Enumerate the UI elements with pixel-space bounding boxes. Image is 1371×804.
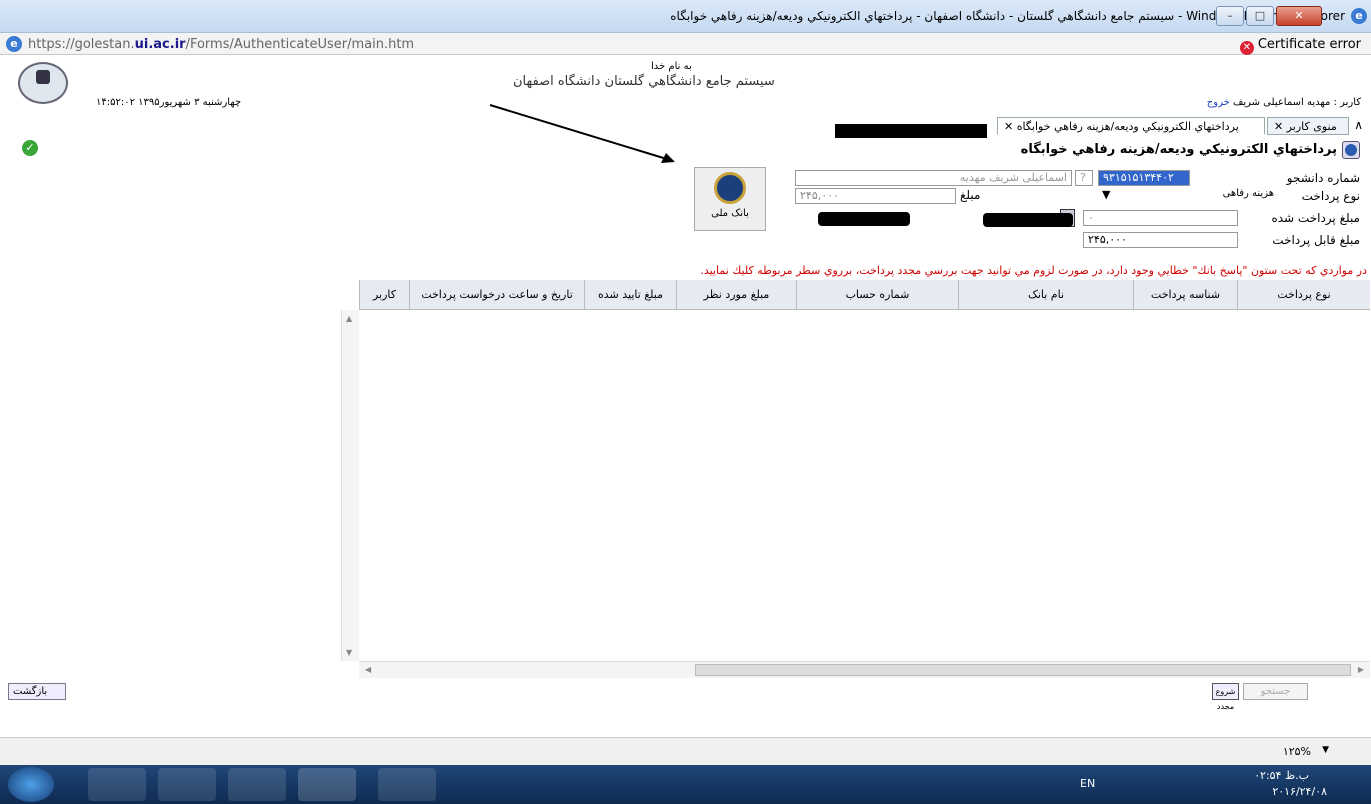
student-no-label: شماره دانشجو — [1286, 171, 1360, 185]
bank-melli-button[interactable]: بانک ملی — [694, 167, 766, 231]
status-bar: ۱۲۵% ▼ — [0, 737, 1371, 765]
payable-field: ۲۴۵,۰۰۰ — [1083, 232, 1238, 248]
paid-field: ۰ — [1083, 210, 1238, 226]
tab-close-icon[interactable]: ✕ — [1004, 120, 1013, 133]
student-name-field: اسماعیلی شریف مهدیه — [795, 170, 1072, 186]
help-icon[interactable] — [1342, 141, 1360, 159]
user-label: کاربر : مهدیه اسماعیلی شریف — [1232, 97, 1361, 108]
bank-melli-icon — [714, 172, 746, 204]
amount-field: ۲۴۵,۰۰۰ — [795, 188, 956, 204]
tab-label: منوی کاربر — [1286, 120, 1337, 133]
error-icon: ✕ — [1239, 41, 1254, 55]
ie-icon: e — [1351, 8, 1367, 24]
datetime: ۱۴:۵۲:۰۲ چهارشنبه ۳ شهریور۱۳۹۵ — [96, 97, 242, 108]
pay-type-label: نوع پرداخت — [1301, 189, 1360, 203]
clock-time[interactable]: ۰۲:۵۴ ب.ظ — [1254, 769, 1309, 782]
tabs-collapse-icon[interactable]: ∧ — [1354, 118, 1363, 132]
url-text[interactable]: https://golestan.ui.ac.ir/Forms/Authenti… — [28, 37, 414, 52]
media-taskbar-button[interactable] — [228, 768, 286, 801]
vertical-scrollbar[interactable]: ▲ ▼ — [341, 310, 359, 661]
address-bar[interactable]: e https://golestan.ui.ac.ir/Forms/Authen… — [0, 33, 1371, 55]
back-label: بازگشت — [13, 686, 48, 697]
refresh-button[interactable]: شروع مجدد — [1212, 683, 1239, 711]
clock-date[interactable]: ۲۰۱۶/۲۴/۰۸ — [1272, 785, 1327, 798]
payable-label: مبلغ قابل پرداخت — [1272, 233, 1360, 247]
table-body[interactable] — [359, 310, 1370, 661]
paid-label: مبلغ پرداخت شده — [1271, 211, 1360, 225]
window-titlebar: e سيستم جامع دانشگاهي گلستان - دانشگاه ا… — [0, 0, 1371, 33]
search-button[interactable]: جستجو — [1243, 683, 1308, 700]
start-button[interactable] — [8, 767, 54, 802]
page-title: پرداختهاي الكترونيكي وديعه/هزينه رفاهي خ… — [1020, 142, 1337, 157]
certificate-error[interactable]: ✕ Certificate error — [1239, 37, 1361, 55]
col-bank-name[interactable]: نام بانک — [958, 280, 1133, 310]
logo-emblem — [36, 70, 50, 84]
word-taskbar-button[interactable] — [378, 768, 436, 801]
taskbar: EN ۰۲:۵۴ ب.ظ ۲۰۱۶/۲۴/۰۸ — [0, 765, 1371, 804]
chevron-down-icon[interactable]: ▼ — [1098, 188, 1116, 204]
col-amount-confirmed[interactable]: مبلغ تایید شده — [584, 280, 676, 310]
explorer-taskbar-button[interactable] — [88, 768, 146, 801]
language-indicator[interactable]: EN — [1080, 777, 1095, 790]
notice-text: در مواردي كه تحت ستون "پاسخ بانك" خطايي … — [700, 264, 1367, 277]
col-amount-requested[interactable]: مبلغ مورد نظر — [676, 280, 796, 310]
close-button[interactable]: ✕ — [1276, 6, 1322, 26]
lookup-button[interactable]: ? — [1075, 170, 1093, 186]
tab-payments[interactable]: ✕ پرداختهاي الكترونيكي وديعه/هزينه رفاهي… — [997, 117, 1265, 135]
user-info: کاربر : مهدیه اسماعیلی شریف خروج — [1207, 97, 1361, 108]
pay-type-value: هزینه رفاهی — [1222, 188, 1274, 199]
col-request-datetime[interactable]: تاریخ و ساعت درخواست پرداخت — [409, 280, 584, 310]
col-user[interactable]: کاربر — [359, 280, 409, 310]
amount-label: مبلغ — [960, 188, 981, 202]
ie-taskbar-button[interactable] — [298, 768, 356, 801]
scroll-thumb[interactable] — [695, 664, 1351, 676]
minimize-button[interactable]: – — [1216, 6, 1244, 26]
tab-close-icon[interactable]: ✕ — [1274, 120, 1283, 133]
zoom-level[interactable]: ۱۲۵% — [1283, 745, 1311, 758]
tab-user-menu[interactable]: ✕ منوی کاربر — [1267, 117, 1349, 135]
logout-link[interactable]: خروج — [1207, 97, 1230, 108]
chrome-taskbar-button[interactable] — [158, 768, 216, 801]
tab-label: پرداختهاي الكترونيكي وديعه/هزينه رفاهي خ… — [1016, 120, 1239, 133]
ok-check-icon: ✓ — [22, 140, 38, 156]
col-pay-type[interactable]: نوع پرداخت — [1237, 280, 1370, 310]
chevron-down-icon[interactable]: ▼ — [1322, 745, 1329, 755]
back-button[interactable]: بازگشت — [8, 683, 66, 700]
ie-page-icon: e — [6, 36, 22, 52]
maximize-button[interactable]: □ — [1246, 6, 1274, 26]
student-no-field[interactable]: ۹۳۱۵۱۵۱۳۴۴۰۲ — [1098, 170, 1190, 186]
system-name: سيستم جامع دانشگاهي گلستان دانشگاه اصفها… — [513, 74, 775, 89]
university-logo — [18, 62, 68, 104]
table-header: نوع پرداخت شناسه پرداخت نام بانک شماره ح… — [359, 280, 1370, 310]
annotation-arrow-icon — [489, 104, 675, 163]
horizontal-scrollbar[interactable]: ◀ ▶ — [359, 661, 1370, 678]
redaction-block — [835, 124, 987, 138]
redaction-block — [818, 212, 910, 226]
bank-name: بانک ملی — [711, 208, 749, 219]
col-pay-id[interactable]: شناسه پرداخت — [1133, 280, 1237, 310]
bismillah: به نام خدا — [651, 61, 692, 72]
col-account-no[interactable]: شماره حساب — [796, 280, 958, 310]
redaction-block — [983, 213, 1073, 227]
